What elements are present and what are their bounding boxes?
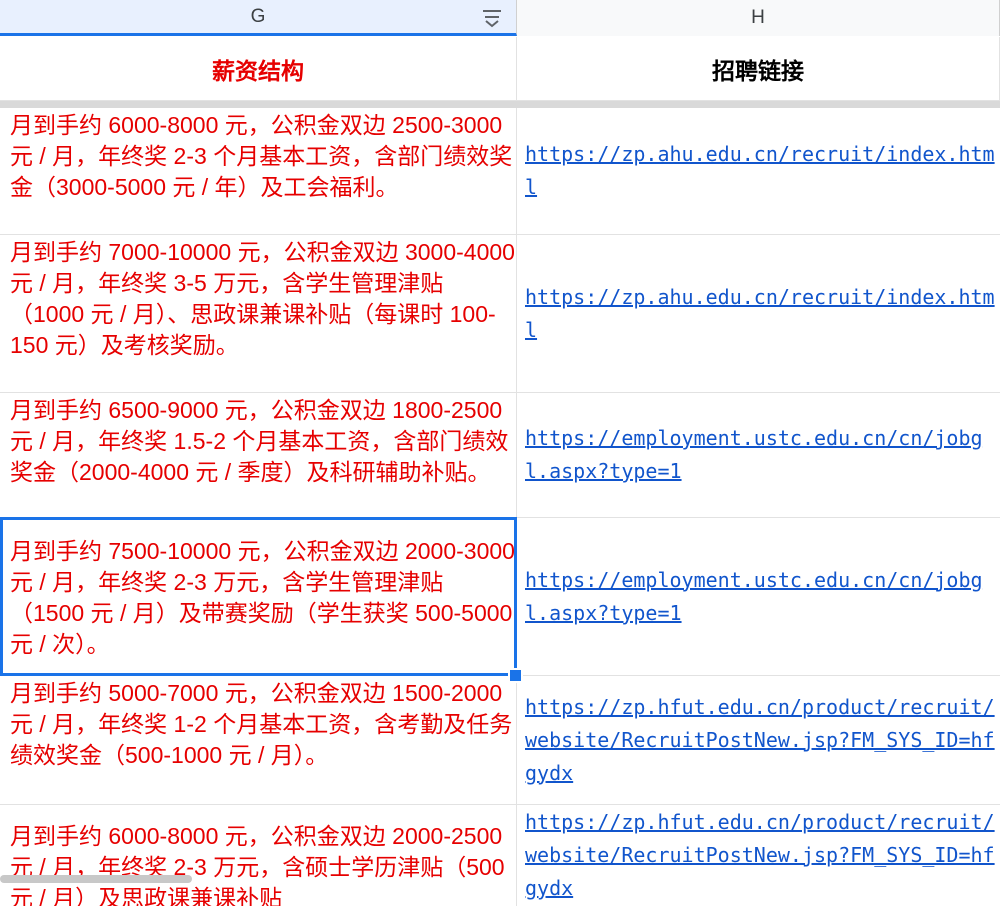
- horizontal-scrollbar[interactable]: [0, 875, 192, 883]
- recruit-link[interactable]: https://employment.ustc.edu.cn/cn/jobgl.…: [525, 422, 1000, 488]
- salary-cell[interactable]: 月到手约 6000-8000 元，公积金双边 2000-2500 元 / 月，年…: [0, 805, 517, 906]
- link-cell[interactable]: https://zp.ahu.edu.cn/recruit/index.html: [517, 108, 1000, 234]
- column-header-bar: G H: [0, 0, 1000, 36]
- link-cell[interactable]: https://employment.ustc.edu.cn/cn/jobgl.…: [517, 393, 1000, 517]
- table-row: 月到手约 6500-9000 元，公积金双边 1800-2500 元 / 月，年…: [0, 393, 1000, 518]
- column-header-h[interactable]: H: [517, 0, 1000, 36]
- table-row: 月到手约 5000-7000 元，公积金双边 1500-2000 元 / 月，年…: [0, 676, 1000, 805]
- salary-cell[interactable]: 月到手约 5000-7000 元，公积金双边 1500-2000 元 / 月，年…: [0, 676, 517, 804]
- recruit-link[interactable]: https://zp.hfut.edu.cn/product/recruit/w…: [525, 691, 1000, 790]
- column-letter-g: G: [250, 5, 266, 27]
- link-cell[interactable]: https://employment.ustc.edu.cn/cn/jobgl.…: [517, 518, 1000, 675]
- table-row: 月到手约 7000-10000 元，公积金双边 3000-4000 元 / 月，…: [0, 235, 1000, 393]
- recruit-link[interactable]: https://zp.ahu.edu.cn/recruit/index.html: [525, 138, 1000, 204]
- header-cell-salary[interactable]: 薪资结构: [0, 37, 517, 101]
- column-letter-h: H: [751, 7, 765, 28]
- link-cell[interactable]: https://zp.hfut.edu.cn/product/recruit/w…: [517, 676, 1000, 804]
- header-cell-link[interactable]: 招聘链接: [517, 37, 1000, 101]
- link-cell[interactable]: https://zp.hfut.edu.cn/product/recruit/w…: [517, 805, 1000, 906]
- fill-handle[interactable]: [508, 668, 523, 683]
- recruit-link[interactable]: https://employment.ustc.edu.cn/cn/jobgl.…: [525, 564, 1000, 630]
- salary-cell[interactable]: 月到手约 6000-8000 元，公积金双边 2500-3000 元 / 月，年…: [0, 108, 517, 234]
- recruit-link[interactable]: https://zp.ahu.edu.cn/recruit/index.html: [525, 281, 1000, 347]
- salary-cell[interactable]: 月到手约 7500-10000 元，公积金双边 2000-3000 元 / 月，…: [0, 518, 517, 675]
- table-row: 月到手约 6000-8000 元，公积金双边 2500-3000 元 / 月，年…: [0, 108, 1000, 235]
- salary-cell[interactable]: 月到手约 6500-9000 元，公积金双边 1800-2500 元 / 月，年…: [0, 393, 517, 517]
- table-row: 月到手约 7500-10000 元，公积金双边 2000-3000 元 / 月，…: [0, 518, 1000, 676]
- column-header-g[interactable]: G: [0, 0, 517, 36]
- filter-icon[interactable]: [480, 6, 504, 30]
- salary-cell[interactable]: 月到手约 7000-10000 元，公积金双边 3000-4000 元 / 月，…: [0, 235, 517, 392]
- link-cell[interactable]: https://zp.ahu.edu.cn/recruit/index.html: [517, 235, 1000, 392]
- frozen-row-divider[interactable]: [0, 101, 1000, 108]
- header-row: 薪资结构 招聘链接: [0, 37, 1000, 101]
- table-row: 月到手约 6000-8000 元，公积金双边 2000-2500 元 / 月，年…: [0, 805, 1000, 906]
- recruit-link[interactable]: https://zp.hfut.edu.cn/product/recruit/w…: [525, 806, 1000, 905]
